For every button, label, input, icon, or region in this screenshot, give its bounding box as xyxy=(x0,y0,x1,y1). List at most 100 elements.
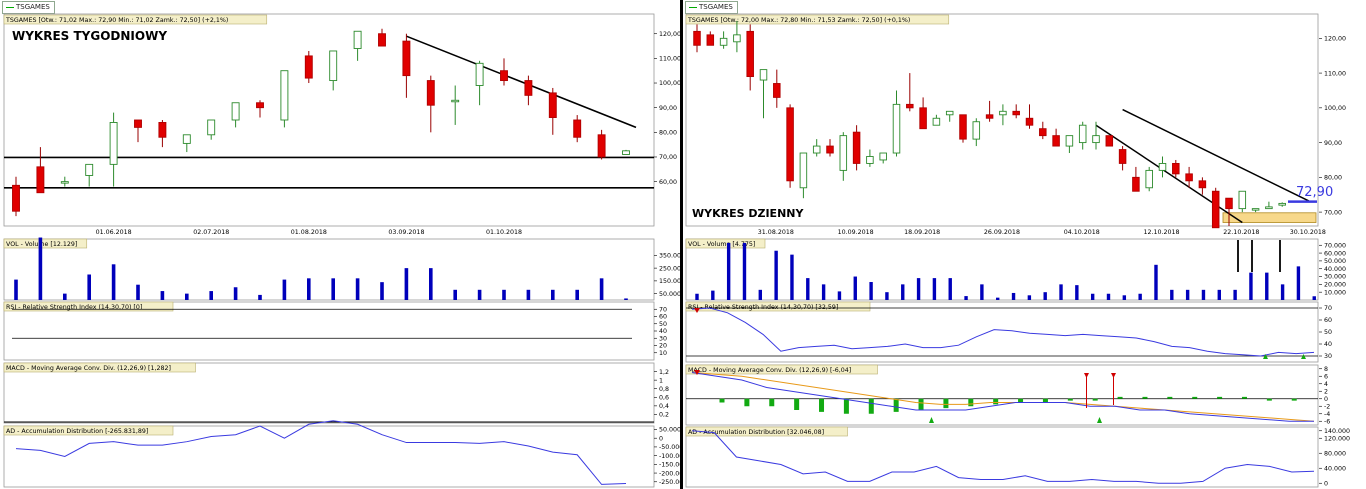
volume-bar xyxy=(307,278,311,300)
daily-chart-window: TSGAMES TSGAMES [Otw.: 72,00 Max.: 72,80… xyxy=(683,0,1366,489)
macd-histogram-bar xyxy=(918,398,924,410)
volume-bar xyxy=(837,291,842,300)
volume-axis-tick-label: 50.000 xyxy=(659,291,681,298)
volume-bar xyxy=(1075,285,1079,300)
candle-body xyxy=(597,134,606,158)
macd-histogram-bar xyxy=(843,398,849,414)
price-axis-tick-label: 110,00 xyxy=(659,56,681,63)
rsi-axis-tick-label: 70 xyxy=(659,306,667,313)
macd-axis-tick-label: 0,4 xyxy=(659,403,669,410)
price-header: TSGAMES [Otw.: 72,00 Max.: 72,80 Min.: 7… xyxy=(687,17,910,24)
candle-body xyxy=(426,80,435,106)
candle-body xyxy=(799,152,808,189)
volume-axis-tick-label: 10.000 xyxy=(1324,289,1346,296)
price-axis-tick-label: 100,00 xyxy=(1324,105,1346,112)
date-label: 03.09.2018 xyxy=(388,229,424,236)
daily-chart-svg[interactable]: TSGAMES [Otw.: 72,00 Max.: 72,80 Min.: 7… xyxy=(683,0,1366,489)
macd-histogram-bar xyxy=(943,398,949,409)
price-axis-tick-label: 70,00 xyxy=(1324,209,1342,216)
volume-bar xyxy=(726,242,731,300)
date-label: 18.09.2018 xyxy=(904,229,940,236)
macd-histogram-bar xyxy=(1241,396,1247,399)
rsi-axis-tick-label: 60 xyxy=(659,314,667,321)
volume-axis-tick-label: 20.000 xyxy=(1324,282,1346,289)
macd-histogram-bar xyxy=(1192,396,1198,399)
candle-body xyxy=(1065,135,1074,147)
price-pane xyxy=(3,13,655,227)
price-pane xyxy=(685,13,1319,227)
date-label: 04.10.2018 xyxy=(1064,229,1100,236)
date-label: 12.10.2018 xyxy=(1144,229,1180,236)
volume-bar xyxy=(233,287,238,300)
date-label: 01.08.2018 xyxy=(291,229,327,236)
candle-body xyxy=(985,114,994,119)
volume-bar xyxy=(1011,292,1016,300)
date-label: 26.09.2018 xyxy=(984,229,1020,236)
candle-body xyxy=(1211,190,1220,229)
candle-body xyxy=(959,114,967,140)
macd-axis-tick-label: 1 xyxy=(659,377,663,384)
macd-axis-tick-label: 1,2 xyxy=(659,369,669,376)
macd-histogram-bar xyxy=(1217,396,1223,399)
macd-axis-tick-label: 2 xyxy=(1324,388,1328,395)
price-zone-box xyxy=(1222,212,1317,223)
macd-histogram-bar xyxy=(719,398,725,403)
macd-histogram-bar xyxy=(1092,398,1098,401)
date-label: 01.10.2018 xyxy=(486,229,522,236)
candle-body xyxy=(378,33,386,47)
overlay-title: WYKRES TYGODNIOWY xyxy=(12,29,167,43)
rsi-axis-tick-label: 50 xyxy=(659,321,667,328)
candle-body xyxy=(879,152,887,161)
price-axis-tick-label: 90,00 xyxy=(659,105,677,112)
volume-bar xyxy=(209,291,213,300)
candle-body xyxy=(1078,124,1087,144)
volume-bar xyxy=(806,278,810,300)
macd-histogram-bar xyxy=(1117,396,1123,399)
volume-pane xyxy=(685,238,1319,301)
volume-bar xyxy=(1280,284,1285,300)
ad-axis-tick-label: 80.000 xyxy=(1324,450,1346,457)
ad-axis-tick-label: 0 xyxy=(1324,480,1328,487)
candle-body xyxy=(1012,110,1020,116)
candle-body xyxy=(353,30,362,49)
candle-body xyxy=(231,102,240,121)
date-label: 01.06.2018 xyxy=(96,229,132,236)
candle-body xyxy=(256,102,264,109)
volume-bar xyxy=(996,297,1000,300)
volume-axis-tick-label: 30.000 xyxy=(1324,274,1346,281)
candle-body xyxy=(1025,117,1034,126)
price-header: TSGAMES [Otw.: 71,02 Max.: 72,90 Min.: 7… xyxy=(5,17,228,24)
volume-bar xyxy=(711,290,715,300)
volume-bar xyxy=(38,237,43,300)
volume-bar xyxy=(1249,272,1253,300)
date-label: 22.10.2018 xyxy=(1223,229,1259,236)
volume-bar xyxy=(502,289,506,300)
rsi-axis-tick-label: 40 xyxy=(1324,341,1332,348)
macd-histogram-bar xyxy=(1142,396,1148,399)
rsi-axis-tick-label: 50 xyxy=(1324,329,1332,336)
ad-header: AD - Accumulation Distribution [-265.831… xyxy=(6,428,148,435)
weekly-chart-svg[interactable]: TSGAMES [Otw.: 71,02 Max.: 72,90 Min.: 7… xyxy=(0,0,683,489)
price-axis-tick-label: 80,00 xyxy=(659,130,677,137)
weekly-chart-window: TSGAMES TSGAMES [Otw.: 71,02 Max.: 72,90… xyxy=(0,0,683,489)
candle-body xyxy=(1118,149,1127,164)
macd-histogram-bar xyxy=(819,398,825,412)
volume-bar xyxy=(87,274,91,300)
candle-body xyxy=(1092,135,1100,144)
candle-body xyxy=(622,150,630,155)
price-axis-tick-label: 70,00 xyxy=(659,154,677,161)
candle-body xyxy=(773,83,781,98)
candle-body xyxy=(706,34,715,46)
candle-body xyxy=(36,166,45,194)
candle-body xyxy=(1105,135,1114,147)
volume-bar xyxy=(885,292,889,300)
volume-bar xyxy=(429,268,433,300)
candle-body xyxy=(12,184,20,212)
volume-bar xyxy=(453,289,457,300)
macd-axis-tick-label: 6 xyxy=(1324,373,1328,380)
rsi-axis-tick-label: 30 xyxy=(659,335,667,342)
volume-bar xyxy=(136,284,140,300)
rsi-axis-tick-label: 10 xyxy=(659,350,667,357)
macd-axis-tick-label: -2 xyxy=(1324,403,1330,410)
candle-body xyxy=(1265,206,1273,210)
